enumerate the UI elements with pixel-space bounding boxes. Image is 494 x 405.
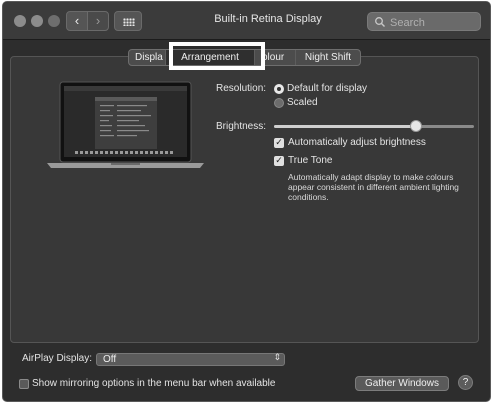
- help-button[interactable]: ?: [458, 375, 473, 390]
- tab-night-shift[interactable]: Night Shift: [296, 50, 360, 65]
- true-tone-label[interactable]: True Tone: [288, 155, 332, 166]
- highlight-box: [169, 42, 265, 70]
- up-down-arrow-icon: ⇕: [273, 353, 281, 363]
- resolution-default-radio[interactable]: [274, 84, 284, 94]
- airplay-select[interactable]: Off ⇕: [96, 353, 285, 366]
- resolution-scaled-label[interactable]: Scaled: [287, 97, 318, 108]
- brightness-label: Brightness:: [216, 121, 267, 132]
- chevron-right-icon[interactable]: ›: [87, 11, 109, 31]
- resolution-scaled-radio[interactable]: [274, 98, 284, 108]
- true-tone-description: Automatically adapt display to make colo…: [288, 172, 459, 202]
- search-icon: [375, 17, 385, 27]
- resolution-default-label[interactable]: Default for display: [287, 83, 367, 94]
- mirroring-label[interactable]: Show mirroring options in the menu bar w…: [32, 378, 275, 389]
- auto-brightness-label[interactable]: Automatically adjust brightness: [288, 137, 426, 148]
- airplay-value: Off: [103, 354, 117, 365]
- window-title: Built-in Retina Display: [214, 13, 322, 25]
- tab-display[interactable]: Displa: [129, 50, 166, 65]
- airplay-label: AirPlay Display:: [22, 353, 93, 364]
- search-input[interactable]: [388, 14, 480, 31]
- mirroring-checkbox[interactable]: [19, 379, 29, 389]
- chevron-left-icon[interactable]: ‹: [66, 11, 88, 31]
- grid-icon[interactable]: [114, 11, 142, 31]
- gather-windows-button[interactable]: Gather Windows: [355, 376, 449, 391]
- brightness-slider-knob[interactable]: [410, 120, 422, 132]
- close-dot[interactable]: [14, 15, 26, 27]
- search-field[interactable]: [367, 12, 481, 31]
- laptop-icon: [47, 81, 204, 168]
- auto-brightness-checkbox[interactable]: ✓: [274, 138, 284, 148]
- true-tone-checkbox[interactable]: ✓: [274, 156, 284, 166]
- zoom-dot[interactable]: [48, 15, 60, 27]
- minimize-dot[interactable]: [31, 15, 43, 27]
- resolution-label: Resolution:: [216, 83, 267, 94]
- brightness-slider[interactable]: [274, 125, 474, 128]
- title-bar: ‹ › Built-in Retina Display: [3, 2, 490, 40]
